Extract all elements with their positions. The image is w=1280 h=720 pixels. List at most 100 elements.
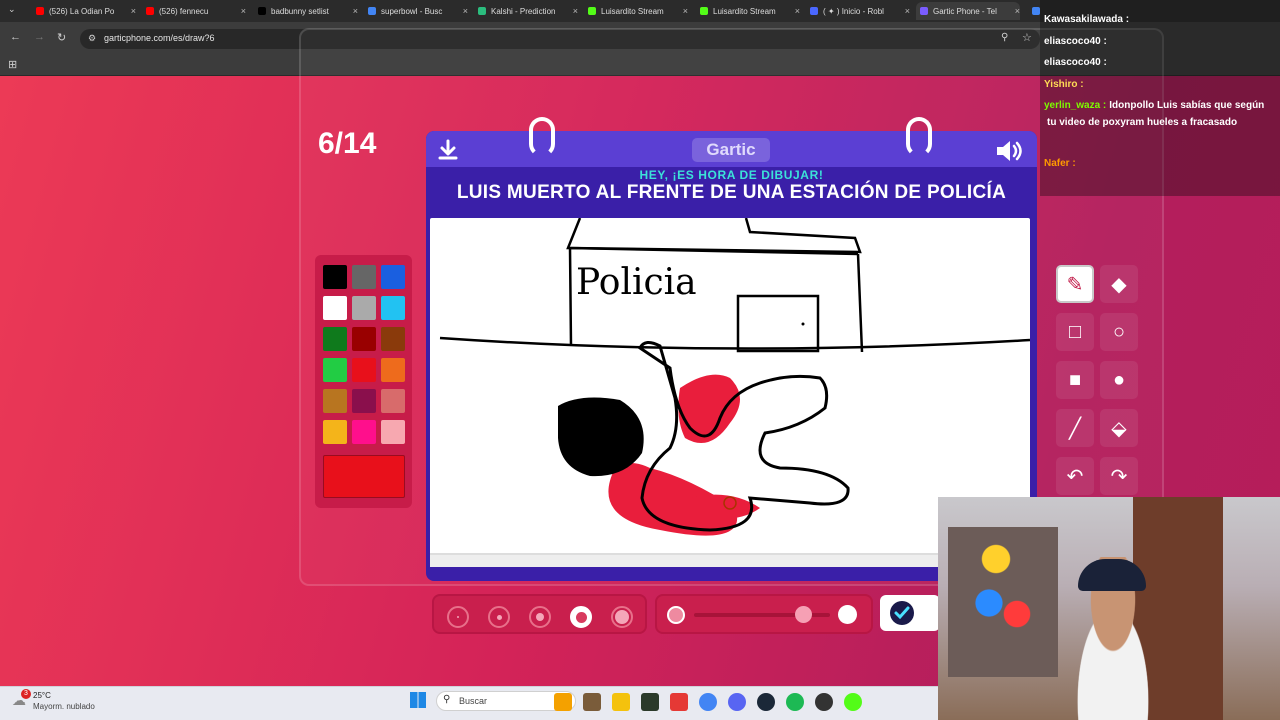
checkmark-icon: [890, 601, 914, 625]
browser-tab[interactable]: Luisardito Stream ×: [584, 2, 688, 20]
back-icon[interactable]: ←: [10, 31, 21, 43]
browser-tab[interactable]: (526) La Odian Po ×: [32, 2, 136, 20]
download-icon[interactable]: [436, 138, 460, 162]
brush-size-option[interactable]: [447, 606, 469, 628]
tab-favicon-icon: [368, 7, 376, 15]
close-tab-icon[interactable]: ×: [131, 6, 136, 16]
opacity-knob[interactable]: [794, 606, 812, 623]
binder-ring-right: [906, 117, 932, 157]
discord-icon[interactable]: [728, 693, 746, 711]
browser-tab[interactable]: badbunny setlist ×: [254, 2, 358, 20]
filled-rect-tool-icon[interactable]: ■: [1056, 361, 1094, 399]
brush-size-option[interactable]: [529, 606, 551, 628]
kick-icon[interactable]: [844, 693, 862, 711]
tab-search-icon[interactable]: ⌄: [8, 4, 16, 15]
color-swatch[interactable]: [323, 389, 347, 413]
windows-start-icon[interactable]: [410, 692, 426, 708]
tab-label: (526) La Odian Po: [49, 6, 115, 16]
tab-favicon-icon: [1032, 7, 1040, 15]
fill-bucket-tool-icon[interactable]: ⬙: [1100, 409, 1138, 447]
steam-icon[interactable]: [757, 693, 775, 711]
browser-tab[interactable]: Kalshi - Prediction ×: [474, 2, 578, 20]
brush-size-option[interactable]: [611, 606, 633, 628]
close-tab-icon[interactable]: ×: [905, 6, 910, 16]
browser-tab[interactable]: bad bunny - Busc: [1028, 2, 1040, 20]
color-swatch[interactable]: [381, 296, 405, 320]
close-tab-icon[interactable]: ×: [241, 6, 246, 16]
chat-message: yerlin_waza : Idonpollo Luis sabías que s…: [1044, 100, 1264, 111]
weather-temp: 25°C: [33, 691, 51, 700]
browser-tab[interactable]: Luisardito Stream ×: [696, 2, 800, 20]
tab-favicon-icon: [478, 7, 486, 15]
tab-favicon-icon: [146, 7, 154, 15]
site-info-icon[interactable]: ⚙: [88, 33, 96, 44]
undo-icon[interactable]: ↶: [1056, 457, 1094, 495]
pencil-tool-icon[interactable]: ✎: [1056, 265, 1094, 303]
toys: [968, 537, 1038, 647]
tab-favicon-icon: [920, 7, 928, 15]
brush-size-option[interactable]: [488, 606, 510, 628]
color-swatch[interactable]: [352, 327, 376, 351]
chat-username: eliascoco40 :: [1044, 36, 1107, 47]
brush-size-dot: [615, 610, 629, 624]
app-icon[interactable]: [641, 693, 659, 711]
speaker-icon[interactable]: [994, 138, 1024, 164]
color-swatch[interactable]: [323, 420, 347, 444]
browser-tab[interactable]: Gartic Phone - Tel ×: [916, 2, 1020, 20]
color-swatch[interactable]: [323, 327, 347, 351]
search-icon: ⚲: [443, 694, 451, 705]
brush-size-option[interactable]: [570, 606, 592, 628]
close-tab-icon[interactable]: ×: [1015, 6, 1020, 16]
widgets-icon[interactable]: [554, 693, 572, 711]
ellipse-tool-icon[interactable]: ○: [1100, 313, 1138, 351]
eraser-tool-icon[interactable]: ◆: [1100, 265, 1138, 303]
brush-size-dot: [536, 613, 544, 621]
color-swatch[interactable]: [381, 327, 405, 351]
apps-grid-icon[interactable]: ⊞: [8, 58, 17, 71]
color-swatch[interactable]: [323, 296, 347, 320]
draw-prompt: LUIS MUERTO AL FRENTE DE UNA ESTACIÓN DE…: [456, 182, 1007, 203]
close-tab-icon[interactable]: ×: [573, 6, 578, 16]
hey-banner: HEY, ¡ES HORA DE DIBUJAR!: [639, 168, 824, 182]
tab-label: (526) fennecu: [159, 6, 209, 16]
color-swatch[interactable]: [323, 358, 347, 382]
redo-icon[interactable]: ↷: [1100, 457, 1138, 495]
color-swatch[interactable]: [352, 420, 376, 444]
file-explorer-icon[interactable]: [583, 693, 601, 711]
reload-icon[interactable]: ↻: [57, 31, 66, 44]
close-tab-icon[interactable]: ×: [463, 6, 468, 16]
color-swatch[interactable]: [352, 358, 376, 382]
chat-message: Kawasakilawada :: [1044, 14, 1132, 25]
folder-icon[interactable]: [612, 693, 630, 711]
close-tab-icon[interactable]: ×: [795, 6, 800, 16]
browser-tab[interactable]: superbowl - Busc ×: [364, 2, 468, 20]
forward-icon[interactable]: →: [34, 31, 45, 43]
app-icon[interactable]: [670, 693, 688, 711]
color-swatch[interactable]: [352, 265, 376, 289]
color-swatch[interactable]: [352, 389, 376, 413]
color-swatch[interactable]: [323, 265, 347, 289]
rectangle-tool-icon[interactable]: □: [1056, 313, 1094, 351]
color-swatch[interactable]: [381, 358, 405, 382]
tab-label: superbowl - Busc: [381, 6, 443, 16]
round-counter: 6/14: [318, 127, 377, 160]
filled-ellipse-tool-icon[interactable]: ●: [1100, 361, 1138, 399]
line-tool-icon[interactable]: ╱: [1056, 409, 1094, 447]
color-swatch[interactable]: [381, 420, 405, 444]
canvas-text: Policia: [576, 262, 697, 303]
close-tab-icon[interactable]: ×: [353, 6, 358, 16]
close-tab-icon[interactable]: ×: [683, 6, 688, 16]
color-swatch[interactable]: [381, 265, 405, 289]
weather-desc: Mayorm. nublado: [33, 702, 95, 711]
chrome-icon[interactable]: [699, 693, 717, 711]
url-text[interactable]: garticphone.com/es/draw?6: [104, 33, 215, 43]
obs-icon[interactable]: [815, 693, 833, 711]
browser-tab[interactable]: (526) fennecu ×: [142, 2, 246, 20]
color-swatch[interactable]: [352, 296, 376, 320]
spotify-icon[interactable]: [786, 693, 804, 711]
browser-tab[interactable]: ( ✦ ) Inicio - Robl ×: [806, 2, 910, 20]
color-swatch[interactable]: [381, 389, 405, 413]
selected-color-swatch[interactable]: [323, 455, 405, 498]
opacity-min-dot: [667, 606, 685, 624]
opacity-max-dot: [838, 605, 857, 624]
